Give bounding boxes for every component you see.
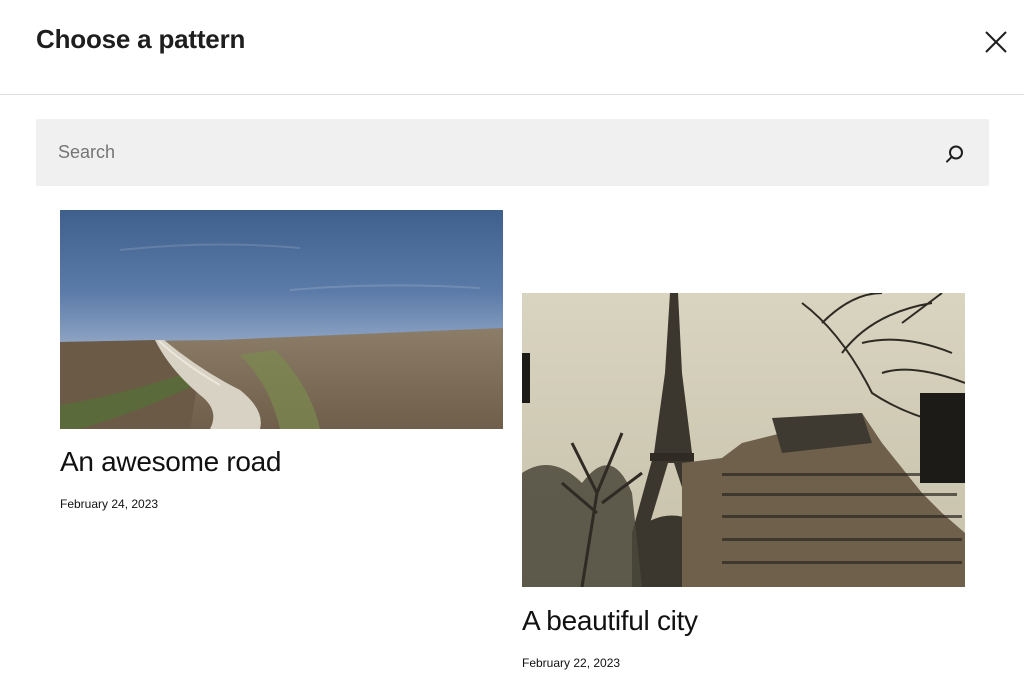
city-image	[522, 293, 965, 587]
pattern-date: February 24, 2023	[60, 497, 159, 511]
city-photo	[522, 293, 965, 587]
search-icon[interactable]	[944, 143, 966, 165]
close-button[interactable]	[980, 26, 1010, 56]
modal-title: Choose a pattern	[36, 24, 246, 54]
modal-header: Choose a pattern	[0, 0, 1024, 95]
road-image	[60, 210, 503, 429]
pattern-title: An awesome road	[60, 446, 282, 477]
close-icon	[985, 31, 1007, 53]
pattern-card-road[interactable]: An awesome road February 24, 2023	[60, 210, 503, 520]
search-input[interactable]	[36, 119, 916, 186]
pattern-card-city[interactable]: A beautiful city February 22, 2023	[522, 293, 965, 678]
search-bar	[36, 119, 989, 186]
pattern-date: February 22, 2023	[522, 656, 621, 670]
road-photo	[60, 210, 503, 429]
pattern-title: A beautiful city	[522, 605, 698, 636]
